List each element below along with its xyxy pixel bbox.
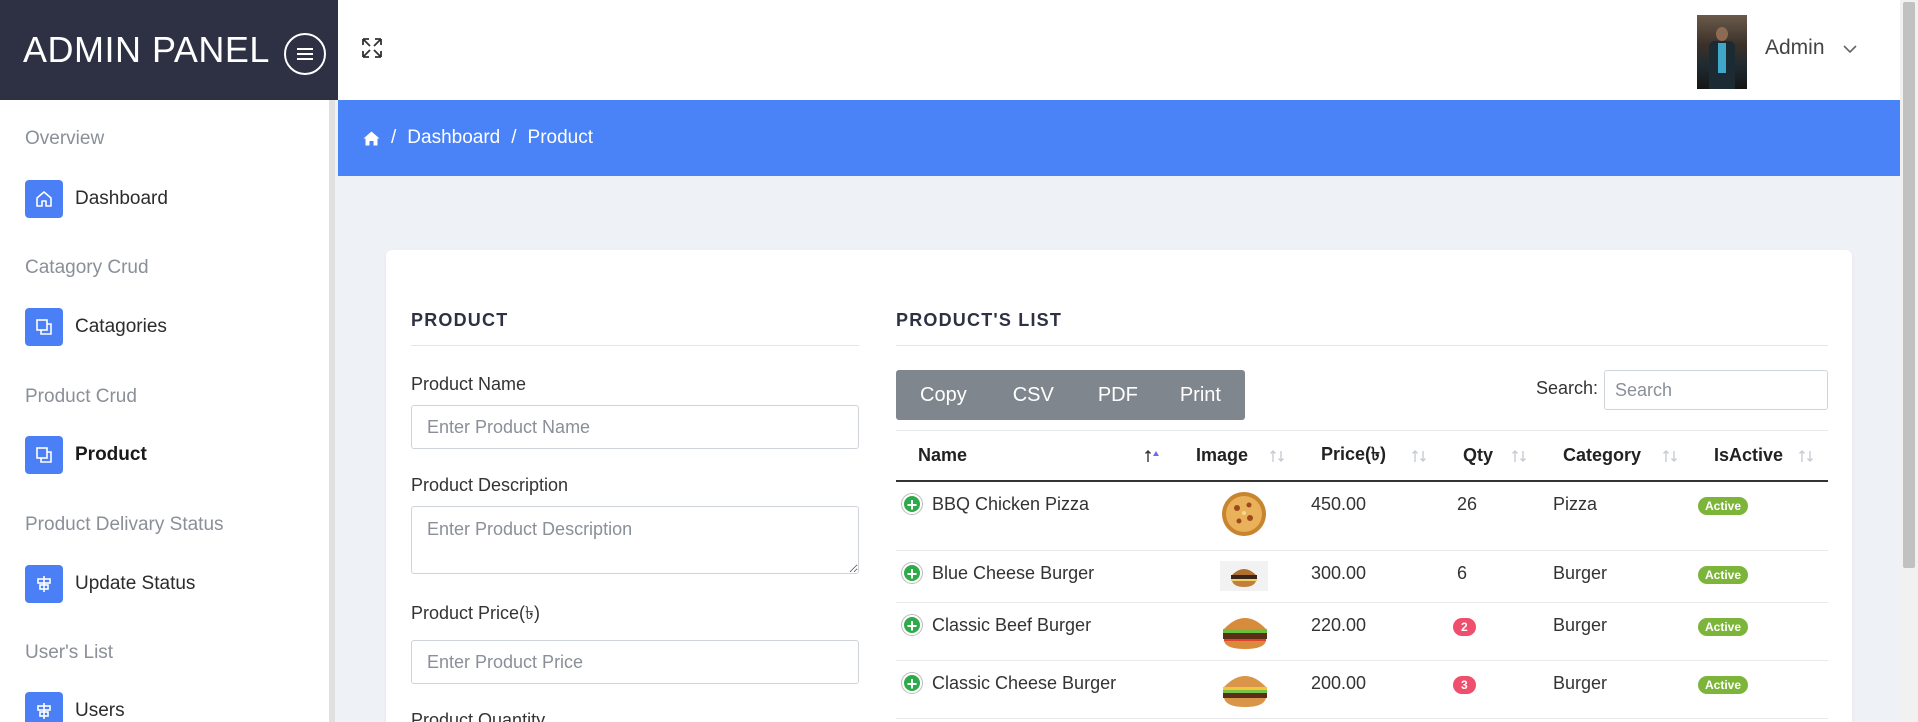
status-badge: Active (1698, 618, 1749, 636)
status-badge: Active (1698, 566, 1749, 584)
sidebar-item-label: Dashboard (75, 188, 168, 209)
sidebar-section-users-list: User's List (25, 642, 114, 663)
top-header (338, 0, 1900, 100)
avatar[interactable] (1697, 15, 1747, 89)
sidebar-section-delivery-status: Product Delivary Status (25, 514, 224, 535)
sidebar-item-label: Users (75, 700, 125, 721)
burger-image (1223, 676, 1267, 707)
product-category: Burger (1541, 660, 1692, 719)
expand-row-icon[interactable]: + (902, 493, 922, 514)
burger-image (1220, 561, 1268, 591)
product-price-input[interactable] (411, 640, 859, 684)
sort-icon[interactable] (1269, 448, 1285, 464)
pizza-image (1222, 491, 1266, 536)
table-row[interactable]: + BBQ Chicken Pizza 450.00 26 Pizza Activ… (896, 480, 1828, 551)
expand-row-icon[interactable]: + (902, 615, 922, 636)
product-description-input[interactable] (411, 506, 859, 574)
list-title: PRODUCT'S LIST (896, 310, 1828, 346)
pdf-button[interactable]: PDF (1076, 370, 1160, 420)
sidebar-item-categories[interactable]: Catagories (25, 308, 167, 346)
search-label: Search: (1536, 378, 1599, 398)
product-name-input[interactable] (411, 405, 859, 449)
fullscreen-expand-icon[interactable] (361, 37, 383, 59)
qty-badge: 3 (1453, 676, 1476, 694)
sidebar-item-label: Update Status (75, 573, 196, 594)
sidebar-item-users[interactable]: Users (25, 692, 125, 722)
column-header-name[interactable]: Name (896, 430, 1174, 482)
menu-toggle-icon[interactable] (283, 33, 326, 75)
copy-icon (25, 308, 63, 346)
product-qty: 6 (1441, 550, 1541, 603)
status-badge: Active (1698, 496, 1749, 515)
product-name: Blue Cheese Burger (932, 563, 1095, 583)
table-row[interactable]: + Classic Beef Burger 220.00 2 Burger Act… (896, 602, 1828, 661)
copy-icon (25, 436, 63, 474)
product-price: 200.00 (1299, 660, 1441, 719)
sort-icon[interactable] (1511, 448, 1527, 464)
sidebar-item-update-status[interactable]: Update Status (25, 565, 195, 603)
sliders-icon (25, 692, 63, 722)
product-name: BBQ Chicken Pizza (932, 493, 1090, 514)
column-header-qty[interactable]: Qty (1441, 430, 1541, 482)
product-price: 450.00 (1299, 480, 1441, 551)
expand-row-icon[interactable]: + (902, 673, 922, 694)
copy-button[interactable]: Copy (896, 370, 991, 420)
product-name: Classic Cheese Burger (932, 673, 1117, 693)
export-button-group: Copy CSV PDF Print (896, 370, 1245, 420)
product-price-label: Product Price(৳) (411, 603, 540, 623)
product-qty: 26 (1441, 480, 1541, 551)
status-badge: Active (1698, 676, 1749, 694)
column-header-isactive[interactable]: IsActive (1692, 430, 1828, 482)
brand-title: ADMIN PANEL (23, 29, 270, 70)
sidebar-section-category-crud: Catagory Crud (25, 257, 149, 278)
qty-badge: 2 (1453, 618, 1476, 636)
table-row[interactable]: + Classic Cheese Burger 200.00 3 Burger A… (896, 660, 1828, 719)
csv-button[interactable]: CSV (991, 370, 1076, 420)
sort-icon[interactable] (1411, 448, 1427, 464)
user-menu-name[interactable]: Admin (1765, 36, 1825, 60)
home-icon[interactable] (363, 131, 380, 146)
product-category: Burger (1541, 550, 1692, 603)
brand-bar: ADMIN PANEL (0, 0, 338, 100)
breadcrumb-dashboard[interactable]: Dashboard (407, 127, 500, 149)
search-input[interactable] (1604, 370, 1828, 410)
breadcrumb-separator: / (391, 127, 397, 148)
sort-icon[interactable] (1662, 448, 1678, 464)
product-price: 300.00 (1299, 550, 1441, 603)
sidebar-item-dashboard[interactable]: Dashboard (25, 180, 168, 218)
chevron-down-icon[interactable] (1843, 44, 1857, 54)
sidebar-scrollbar[interactable] (329, 100, 335, 722)
sidebar-item-product[interactable]: Product (25, 436, 147, 474)
sidebar-section-overview: Overview (25, 128, 105, 149)
product-quantity-label: Product Quantity (411, 710, 546, 722)
home-icon (25, 180, 63, 218)
sidebar-item-label: Product (75, 444, 147, 465)
product-name-label: Product Name (411, 374, 527, 394)
sort-ascending-icon[interactable] (1144, 448, 1160, 464)
sliders-icon (25, 565, 63, 603)
product-form: PRODUCT Product Name Product Description… (411, 310, 859, 722)
product-name: Classic Beef Burger (932, 615, 1092, 635)
breadcrumb-separator: / (511, 127, 517, 148)
column-header-image[interactable]: Image (1174, 430, 1299, 482)
breadcrumb: / Dashboard / Product (338, 100, 1900, 176)
product-table: Name Image Price(৳) Qty Category IsActiv… (896, 430, 1828, 719)
product-category: Pizza (1541, 480, 1692, 551)
column-header-category[interactable]: Category (1541, 430, 1692, 482)
print-button[interactable]: Print (1160, 370, 1245, 420)
product-category: Burger (1541, 602, 1692, 661)
breadcrumb-current: Product (527, 127, 593, 148)
sort-icon[interactable] (1798, 448, 1814, 464)
expand-row-icon[interactable]: + (902, 563, 922, 584)
table-row[interactable]: + Blue Cheese Burger 300.00 6 Burger Acti… (896, 550, 1828, 603)
burger-image (1223, 618, 1267, 649)
sidebar-section-product-crud: Product Crud (25, 386, 137, 407)
column-header-price[interactable]: Price(৳) (1299, 430, 1441, 482)
product-price: 220.00 (1299, 602, 1441, 661)
product-list: PRODUCT'S LIST Copy CSV PDF Print Search… (896, 310, 1828, 719)
sidebar-item-label: Catagories (75, 316, 167, 337)
form-title: PRODUCT (411, 310, 859, 346)
product-description-label: Product Description (411, 475, 569, 495)
page-scrollbar-thumb[interactable] (1903, 2, 1915, 568)
